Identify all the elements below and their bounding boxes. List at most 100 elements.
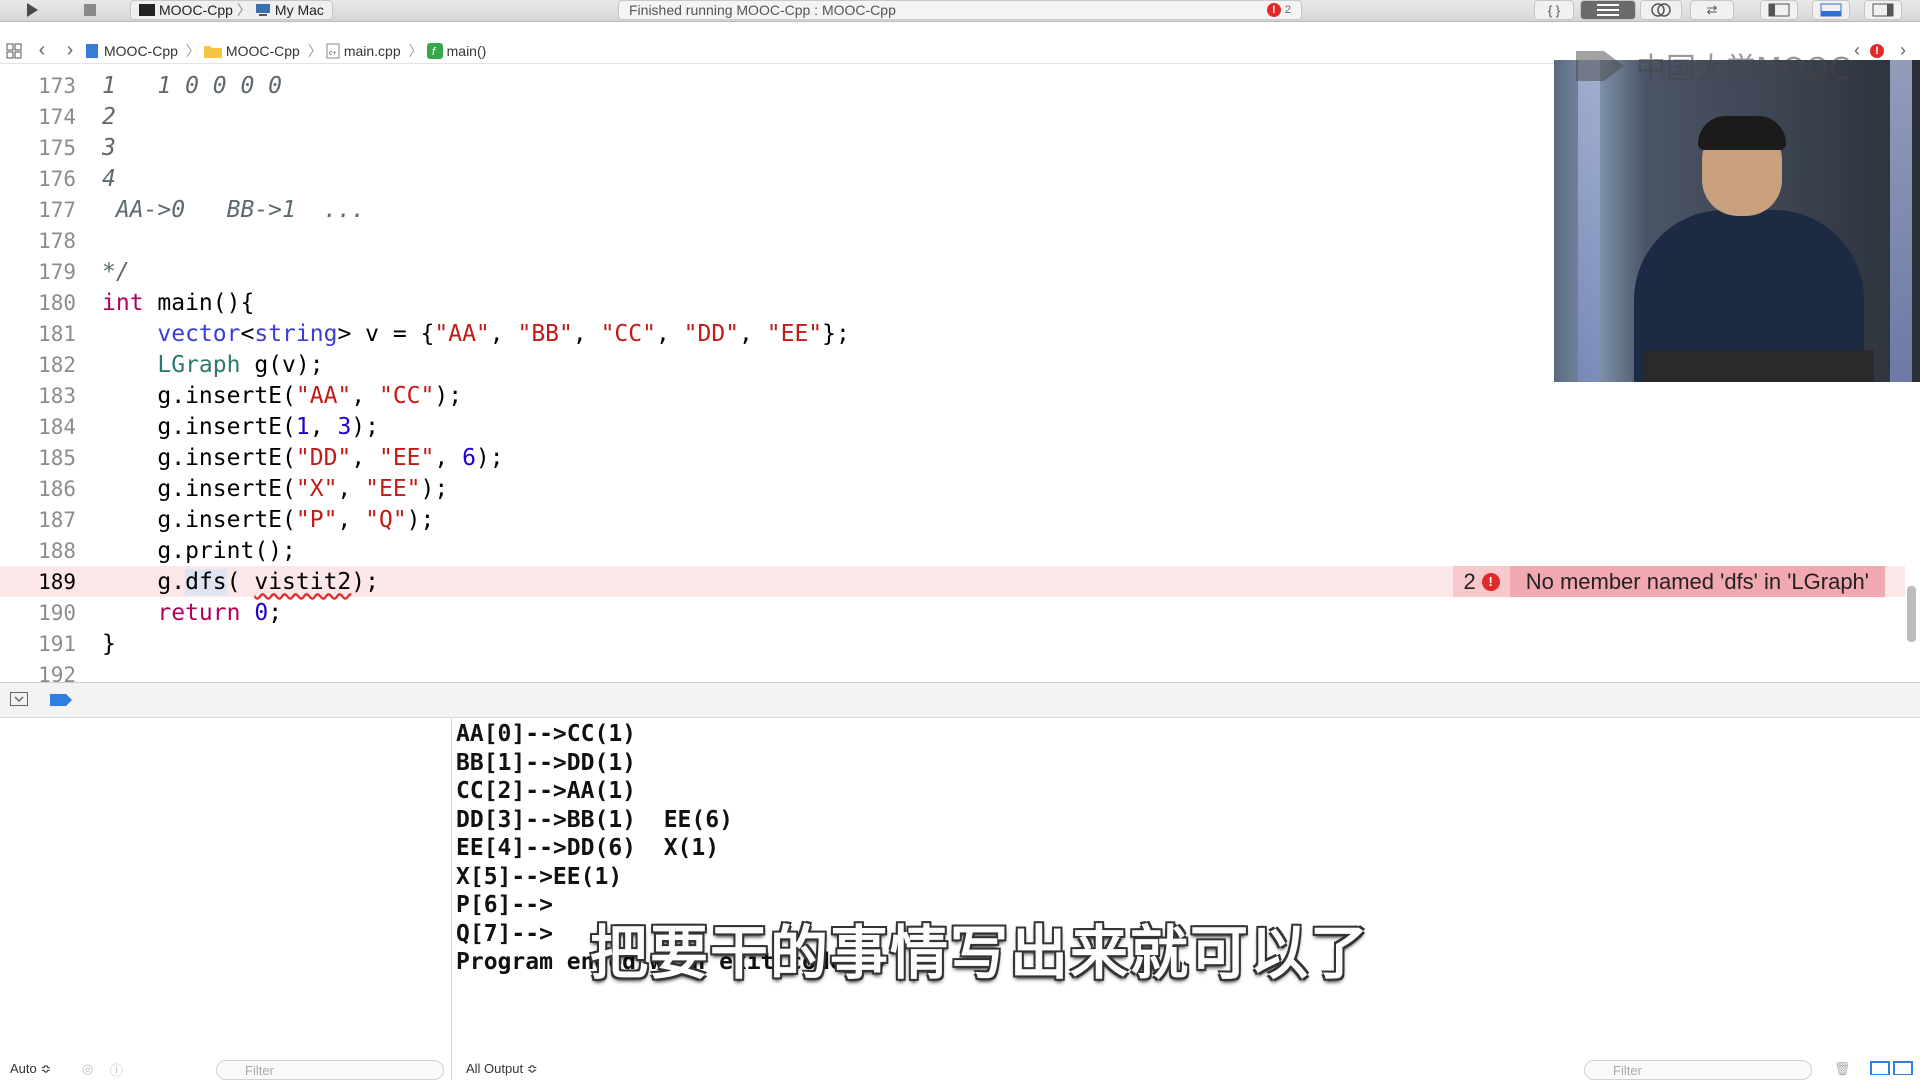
run-button[interactable] — [14, 0, 50, 20]
line-number: 178 — [38, 228, 76, 253]
line-number: 186 — [38, 476, 76, 501]
console-line: DD[3]-->BB(1) EE(6) — [456, 806, 733, 833]
line-number: 175 — [38, 135, 76, 160]
info-icon[interactable]: ⓘ — [110, 1060, 123, 1079]
project-icon — [86, 43, 98, 58]
code-line: 188 g.print(); — [0, 535, 1905, 566]
svg-text:c+: c+ — [329, 50, 337, 57]
filter-placeholder: Filter — [1613, 1062, 1642, 1078]
line-number: 174 — [38, 104, 76, 129]
lecturer-video — [1554, 60, 1920, 382]
code-line: 190 return 0; — [0, 597, 1905, 628]
forward-arrow-icon[interactable]: › — [62, 39, 78, 61]
back-arrow-icon[interactable]: ‹ — [34, 39, 50, 61]
version-editor-button[interactable]: ⇄ — [1690, 0, 1734, 20]
code-text: return 0; — [157, 599, 283, 626]
terminal-icon — [139, 4, 155, 16]
laptop — [1644, 350, 1874, 382]
crumb-function-label: main() — [446, 42, 487, 59]
assistant-editor-button[interactable] — [1640, 0, 1682, 20]
code-line: 184 g.insertE(1, 3); — [0, 411, 1905, 442]
crumb-file[interactable]: c+ main.cpp — [326, 43, 401, 59]
line-number: 173 — [38, 73, 76, 98]
stop-button[interactable] — [72, 0, 108, 20]
filter-placeholder: Filter — [245, 1062, 274, 1078]
line-number: 190 — [38, 600, 76, 625]
mooc-logo-icon — [1576, 51, 1624, 81]
code-text: g.insertE("DD", "EE", 6); — [102, 444, 504, 471]
console-filter[interactable]: Filter — [1584, 1060, 1812, 1080]
hide-debug-area-icon[interactable] — [10, 692, 28, 711]
line-number: 183 — [38, 383, 76, 408]
trash-icon[interactable]: 🗑 — [1834, 1061, 1851, 1077]
code-line: 185 g.insertE("DD", "EE", 6); — [0, 442, 1905, 473]
variables-view[interactable] — [0, 718, 452, 1080]
crumb-group[interactable]: MOOC-Cpp — [203, 42, 300, 59]
error-icon[interactable]: ! — [1870, 43, 1884, 58]
scheme-device: My Mac — [274, 2, 324, 18]
editor-scrollbar[interactable] — [1907, 586, 1916, 642]
activity-error-indicator[interactable]: ! 2 — [1266, 3, 1291, 17]
issue-back-icon[interactable]: ‹ — [1854, 40, 1860, 61]
line-number: 192 — [38, 662, 76, 683]
scheme-selector[interactable]: MOOC-Cpp 〉 My Mac — [130, 0, 333, 20]
error-icon: ! — [1481, 572, 1500, 591]
line-number: 181 — [38, 321, 76, 346]
left-panel-icon — [1768, 3, 1790, 17]
console-footer: Auto ≎ ◎ ⓘ Filter All Output ≎ Filter 🗑 — [0, 1058, 1920, 1080]
code-text: g.print(); — [102, 537, 296, 564]
code-text: g.insertE("X", "EE"); — [102, 475, 449, 502]
output-scope-select[interactable]: All Output ≎ — [466, 1061, 538, 1077]
xcode-window: MOOC-Cpp 〉 My Mac Finished running MOOC-… — [0, 0, 1920, 1080]
lines-icon — [1597, 4, 1619, 16]
code-line: 186 g.insertE("X", "EE"); — [0, 473, 1905, 504]
error-count-badge[interactable]: 2 ! — [1453, 566, 1510, 597]
code-line: 183 g.insertE("AA", "CC"); — [0, 380, 1905, 411]
variables-filter[interactable]: Filter — [216, 1060, 444, 1080]
error-annotation[interactable]: 2 ! No member named 'dfs' in 'LGraph' — [1453, 566, 1885, 597]
error-icon: ! — [1266, 3, 1281, 17]
debug-bar — [0, 682, 1920, 718]
navigator-toggle[interactable] — [1760, 0, 1798, 20]
grid-icon[interactable] — [6, 43, 22, 59]
console-output[interactable]: AA[0]-->CC(1) BB[1]-->DD(1) CC[2]-->AA(1… — [456, 718, 1896, 1038]
mooc-watermark: 中国大学MOOC — [1574, 46, 1850, 87]
issue-forward-icon[interactable]: › — [1900, 40, 1906, 61]
braces-icon: { } — [1547, 2, 1561, 18]
line-number: 176 — [38, 166, 76, 191]
error-count: 2 — [1463, 568, 1476, 594]
code-line: 191 } — [0, 628, 1905, 659]
code-text: 1 1 0 0 0 0 — [102, 72, 283, 99]
code-text: g.insertE("P", "Q"); — [102, 506, 435, 533]
line-number: 189 — [38, 569, 76, 594]
variables-scope-select[interactable]: Auto ≎ — [10, 1061, 51, 1077]
activity-error-count: 2 — [1284, 4, 1291, 16]
split-view-icon[interactable] — [1870, 1060, 1914, 1078]
code-line: 192 — [0, 659, 1905, 683]
debug-area-toggle[interactable] — [1812, 0, 1850, 20]
standard-editor-button[interactable] — [1580, 0, 1636, 20]
crumb-function[interactable]: f main() — [426, 42, 487, 59]
console-line: CC[2]-->AA(1) — [456, 778, 637, 804]
library-button[interactable]: { } — [1534, 0, 1574, 20]
breakpoint-icon[interactable] — [50, 693, 72, 711]
lecturer-hair — [1698, 116, 1786, 150]
error-message: No member named 'dfs' in 'LGraph' — [1509, 566, 1885, 597]
code-text: 2 — [102, 103, 116, 130]
crumb-group-label: MOOC-Cpp — [225, 42, 300, 59]
console-line: X[5]-->EE(1) — [456, 863, 623, 890]
code-text: 3 — [102, 134, 116, 161]
console-line: BB[1]-->DD(1) — [456, 749, 637, 776]
video-light-stripe — [1890, 60, 1912, 382]
eye-icon[interactable]: ◎ — [82, 1061, 93, 1077]
code-text: g.insertE(1, 3); — [102, 413, 379, 440]
line-number: 180 — [38, 290, 76, 315]
utilities-toggle[interactable] — [1864, 0, 1902, 20]
line-number: 191 — [38, 631, 76, 656]
crumb-project[interactable]: MOOC-Cpp — [84, 43, 178, 59]
code-text: vector<string> v = {"AA", "BB", "CC", "D… — [157, 320, 850, 347]
line-number: 182 — [38, 352, 76, 377]
code-text: } — [102, 630, 116, 657]
code-text: int main(){ — [102, 289, 255, 316]
folder-icon — [203, 45, 222, 58]
